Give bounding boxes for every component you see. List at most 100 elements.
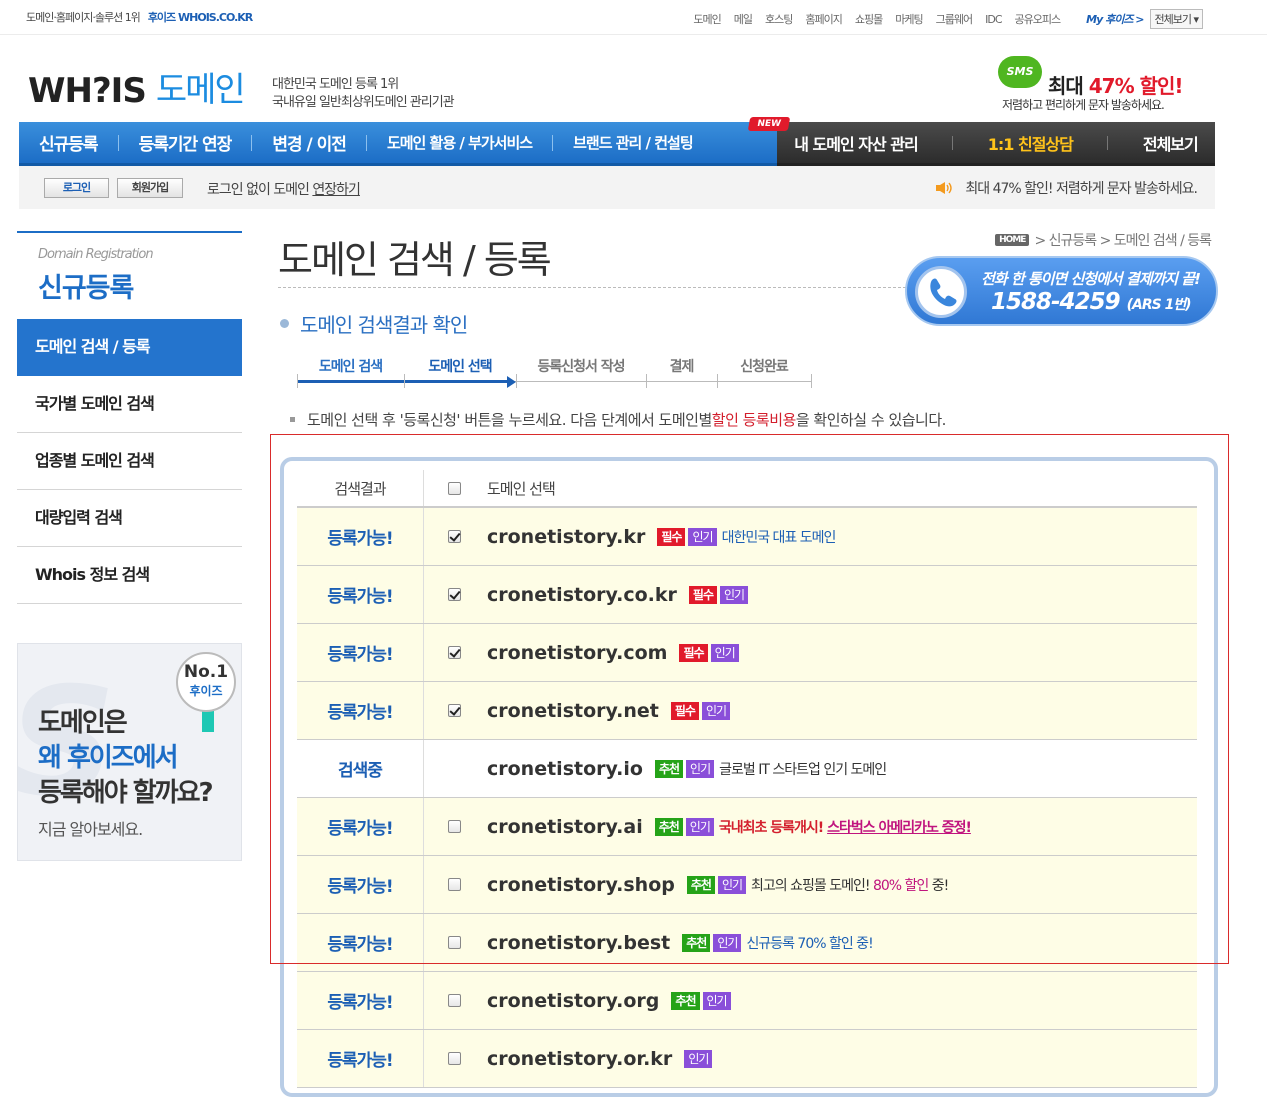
join-button[interactable]: 회원가입	[117, 178, 183, 198]
row-check-cell	[424, 972, 484, 1029]
row-checkbox[interactable]	[447, 936, 461, 949]
banner-headline: 도메인은 왜 후이즈에서 등록해야 할까요?	[38, 706, 214, 811]
renew-link[interactable]: 연장하기	[312, 182, 361, 198]
util-menu-idc[interactable]: IDC	[985, 13, 1002, 26]
row-status: 등록가능!	[297, 856, 424, 913]
nav-divider	[1107, 135, 1109, 150]
util-menu-groupware[interactable]: 그룹웨어	[936, 11, 973, 27]
results-table: 검색결과 도메인 선택 등록가능! cronetistory.kr 필수 인기 …	[297, 470, 1197, 1088]
breadcrumb: HOME > 신규등록 > 도메인 검색 / 등록	[995, 230, 1212, 250]
row-domain[interactable]: cronetistory.best	[487, 932, 670, 954]
util-menu-hosting[interactable]: 호스팅	[765, 11, 793, 27]
section-title: 도메인 검색결과 확인	[300, 313, 468, 337]
badge-recommended: 추천	[682, 933, 711, 952]
side-item-country-search[interactable]: 국가별 도메인 검색	[17, 376, 242, 433]
step-complete: 신청완료	[740, 359, 789, 375]
starbucks-promo-link[interactable]: 스타벅스 아메리카노 증정!	[827, 820, 972, 836]
step-tick	[811, 374, 812, 388]
nav-new-registration[interactable]: 신규등록	[19, 130, 118, 155]
side-item-whois-search[interactable]: Whois 정보 검색	[17, 547, 242, 604]
title-divider	[278, 287, 916, 288]
side-item-bulk-search[interactable]: 대량입력 검색	[17, 490, 242, 547]
util-menu-domain[interactable]: 도메인	[693, 11, 721, 27]
row-checkbox[interactable]	[447, 878, 461, 891]
row-domain-cell: cronetistory.or.kr 인기	[484, 1030, 1197, 1087]
row-domain[interactable]: cronetistory.kr	[487, 526, 645, 548]
row-domain-cell: cronetistory.ai 추천 인기 국내최초 등록개시! 스타벅스 아메…	[484, 798, 1197, 855]
renew-text: 로그인 없이 도메인	[207, 182, 313, 198]
row-domain-cell: cronetistory.io 추천 인기 글로벌 IT 스타트업 인기 도메인	[484, 740, 1197, 797]
logo-whois: WH?IS	[28, 71, 147, 111]
sms-promo-text[interactable]: 최대 47% 할인! 저렴하게 문자 발송하세요.	[935, 178, 1198, 198]
row-domain[interactable]: cronetistory.io	[487, 758, 643, 780]
medal-no1: No.1	[183, 662, 229, 682]
util-menu-homepage[interactable]: 홈페이지	[805, 11, 842, 27]
nav-renewal[interactable]: 등록기간 연장	[119, 130, 252, 155]
row-domain[interactable]: cronetistory.shop	[487, 874, 675, 896]
row-checkbox[interactable]	[447, 646, 461, 659]
sms-headline-pct: 47% 할인!	[1088, 74, 1184, 98]
badge-required: 필수	[670, 701, 699, 720]
login-button[interactable]: 로그인	[44, 178, 109, 198]
row-checkbox[interactable]	[447, 820, 461, 833]
row-domain[interactable]: cronetistory.net	[487, 700, 659, 722]
steps-arrow-icon	[507, 376, 516, 388]
steps-progress	[297, 380, 509, 383]
nav-consult[interactable]: 1:1 친절상담	[988, 131, 1074, 155]
util-menu-office[interactable]: 공유오피스	[1015, 11, 1062, 27]
row-domain[interactable]: cronetistory.ai	[487, 816, 643, 838]
util-menu-mail[interactable]: 메일	[734, 11, 753, 27]
site-logo[interactable]: WH?IS 도메인	[28, 62, 246, 111]
why-whois-banner[interactable]: S No.1 후이즈 도메인은 왜 후이즈에서 등록해야 할까요? 지금 알아보…	[17, 643, 242, 861]
row-domain[interactable]: cronetistory.com	[487, 642, 667, 664]
banner-line1: 도메인은	[38, 708, 128, 738]
nav-transfer[interactable]: 변경 / 이전	[252, 130, 366, 155]
renew-no-login: 로그인 없이 도메인 연장하기	[207, 179, 361, 199]
util-brand-link[interactable]: 후이즈 WHOIS.CO.KR	[148, 11, 253, 24]
row-status: 등록가능!	[297, 972, 424, 1029]
select-all-cell	[424, 470, 484, 506]
my-whois-link[interactable]: My 후이즈 >	[1086, 11, 1144, 27]
section-heading: 도메인 검색결과 확인	[280, 309, 468, 338]
row-domain[interactable]: cronetistory.co.kr	[487, 584, 677, 606]
row-domain[interactable]: cronetistory.or.kr	[487, 1048, 672, 1070]
table-row: 등록가능! cronetistory.shop 추천 인기 최고의 쇼핑몰 도메…	[297, 856, 1197, 914]
step-payment: 결제	[669, 359, 695, 375]
row-checkbox[interactable]	[447, 704, 461, 717]
badge-recommended: 추천	[654, 817, 683, 836]
table-row: 등록가능! cronetistory.org 추천 인기	[297, 972, 1197, 1030]
badge-popular: 인기	[688, 527, 717, 546]
row-checkbox[interactable]	[447, 588, 461, 601]
util-menu-marketing[interactable]: 마케팅	[895, 11, 923, 27]
sms-headline: 최대 47% 할인!	[1048, 70, 1184, 99]
nav-addon-services[interactable]: 도메인 활용 / 부가서비스	[367, 132, 552, 153]
badge-recommended: 추천	[654, 759, 684, 778]
side-nav-head: Domain Registration 신규등록	[17, 231, 242, 319]
badge-popular: 인기	[701, 701, 731, 720]
call-center-banner[interactable]: 전화 한 통이면 신청에서 결제까지 끝! 1588-4259 (ARS 1번)	[905, 256, 1218, 326]
row-domain-cell: cronetistory.net 필수 인기	[484, 682, 1197, 739]
select-all-checkbox[interactable]	[447, 481, 461, 495]
badge-popular: 인기	[720, 585, 749, 604]
nav-view-all[interactable]: 전체보기	[1143, 131, 1199, 155]
row-checkbox[interactable]	[447, 994, 461, 1007]
home-icon[interactable]: HOME	[995, 234, 1030, 246]
nav-brand-consulting[interactable]: 브랜드 관리 / 컨설팅	[553, 132, 713, 153]
row-checkbox[interactable]	[447, 1052, 461, 1065]
row-domain[interactable]: cronetistory.org	[487, 990, 659, 1012]
table-row: 등록가능! cronetistory.net 필수 인기	[297, 682, 1197, 740]
badge-recommended: 추천	[686, 875, 715, 894]
row-desc-discount: 80% 할인	[872, 877, 929, 894]
badge-popular: 인기	[717, 875, 747, 894]
sms-bubble-icon: SMS	[998, 56, 1042, 88]
side-item-domain-search[interactable]: 도메인 검색 / 등록	[17, 319, 242, 376]
sms-headline-pre: 최대	[1048, 74, 1089, 98]
util-menu-shop[interactable]: 쇼핑몰	[855, 11, 883, 27]
row-desc-pre: 최고의 쇼핑몰 도메인!	[751, 877, 873, 894]
new-badge: NEW	[747, 117, 791, 131]
row-checkbox[interactable]	[447, 530, 461, 543]
nav-my-assets[interactable]: 내 도메인 자산 관리	[794, 131, 918, 155]
view-all-select[interactable]: 전체보기 ▾	[1149, 9, 1203, 29]
phone-icon	[915, 266, 967, 318]
side-item-industry-search[interactable]: 업종별 도메인 검색	[17, 433, 242, 490]
